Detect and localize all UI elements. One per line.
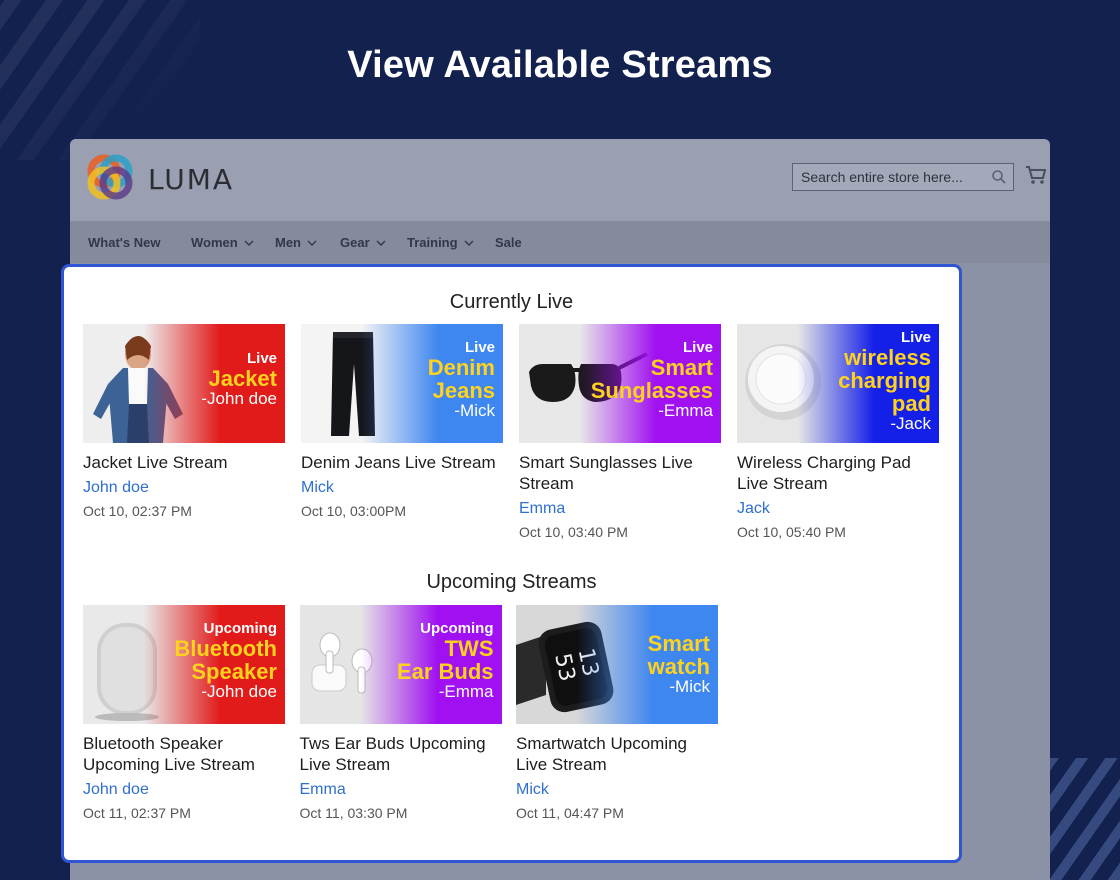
stream-time: Oct 11, 04:47 PM: [516, 805, 624, 821]
nav-item-sale[interactable]: Sale: [495, 235, 522, 250]
stream-card[interactable]: Live Jacket -John doe Jacket Live Stream Joh…: [83, 324, 285, 519]
stream-host[interactable]: Emma: [300, 781, 502, 799]
stream-thumbnail[interactable]: Live Denim Jeans -Mick: [301, 324, 503, 443]
stream-thumbnail[interactable]: Live Jacket -John doe: [83, 324, 285, 443]
store-nav: What's New Women Men Gear Training Sale: [70, 221, 1050, 263]
host-tag: -John doe: [201, 388, 277, 408]
search-icon[interactable]: [991, 169, 1007, 185]
stream-thumbnail[interactable]: 1353Smartwatch-Mick: [516, 605, 718, 724]
stream-time: Oct 11, 02:37 PM: [83, 805, 191, 821]
product-name: charging: [838, 367, 931, 393]
stream-host[interactable]: Mick: [301, 479, 503, 497]
nav-item-women[interactable]: Women: [191, 235, 254, 250]
host-tag: -Emma: [658, 400, 713, 420]
stream-time: Oct 11, 03:30 PM: [299, 805, 408, 821]
stream-thumbnail[interactable]: Upcoming Bluetooth Speaker -John doe: [83, 605, 285, 724]
nav-item-training[interactable]: Training: [407, 235, 474, 250]
product-name: Jacket: [208, 365, 277, 391]
chevron-down-icon: [464, 240, 474, 246]
thumbnail-overlay: Smart watch -Mick: [648, 632, 710, 696]
stream-time: Oct 10, 03:40 PM: [519, 524, 628, 540]
stream-title[interactable]: Bluetooth Speaker Upcoming Live Stream: [83, 733, 285, 775]
nav-item-label: Training: [407, 235, 458, 250]
stream-card[interactable]: 1353Smartwatch-Mick Smartwatch Upcoming L…: [516, 605, 718, 821]
product-name: wireless: [844, 344, 931, 370]
streams-modal: Currently Live Live Jacket -John doe Jacket…: [61, 264, 962, 863]
product-name: Smart: [647, 631, 710, 656]
product-name: Denim: [427, 354, 495, 380]
chevron-down-icon: [307, 240, 317, 246]
nav-item-label: What's New: [88, 235, 161, 250]
nav-item-label: Gear: [340, 235, 370, 250]
host-tag: -Mick: [669, 677, 710, 697]
nav-item-label: Sale: [495, 235, 522, 250]
stream-card[interactable]: Live Smart Sunglasses -Emma Smart Sunglasses…: [519, 324, 721, 540]
product-name: Ear Buds: [396, 658, 494, 684]
search-placeholder: Search entire store here...: [801, 169, 963, 185]
store-header: LUMA Search entire store here...: [70, 139, 1050, 221]
host-tag: -Jack: [890, 414, 931, 434]
luma-logo-icon[interactable]: [87, 154, 133, 200]
nav-item-men[interactable]: Men: [275, 235, 317, 250]
product-name: Speaker: [191, 658, 277, 684]
background-stripes: [1048, 758, 1120, 880]
thumbnail-overlay: Live wireless charging pad -Jack: [838, 330, 931, 433]
product-name: pad: [891, 390, 931, 416]
cart-icon[interactable]: [1025, 165, 1047, 185]
stream-card[interactable]: Live wireless charging pad -Jack Wireless Cha…: [737, 324, 939, 540]
status-badge: Live: [464, 339, 495, 356]
host-tag: -Emma: [438, 681, 494, 701]
stream-host[interactable]: Mick: [516, 781, 718, 799]
stream-time: Oct 10, 05:40 PM: [737, 524, 846, 540]
host-tag: -John doe: [201, 681, 277, 701]
nav-item-gear[interactable]: Gear: [340, 235, 386, 250]
page-heading: View Available Streams: [347, 44, 773, 86]
stream-host[interactable]: John doe: [83, 479, 285, 497]
thumbnail-overlay: Upcoming Bluetooth Speaker -John doe: [174, 621, 277, 701]
stream-host[interactable]: Emma: [519, 500, 721, 518]
product-name: Smart: [650, 354, 713, 380]
currently-live-title: Currently Live: [449, 291, 574, 313]
status-badge: Live: [246, 350, 277, 367]
product-name: TWS: [444, 635, 494, 661]
product-name: Bluetooth: [174, 635, 277, 661]
stream-host[interactable]: John doe: [83, 781, 285, 799]
stream-thumbnail[interactable]: Live Smart Sunglasses -Emma: [519, 324, 721, 443]
thumbnail-overlay: Live Denim Jeans -Mick: [428, 340, 495, 420]
nav-item-what-s-new[interactable]: What's New: [88, 235, 160, 250]
stream-title[interactable]: Denim Jeans Live Stream: [301, 452, 503, 473]
stream-title[interactable]: Smartwatch Upcoming Live Stream: [516, 733, 718, 775]
stream-title[interactable]: Tws Ear Buds Upcoming Live Stream: [300, 733, 502, 775]
thumbnail-overlay: Live Jacket -John doe: [201, 351, 277, 408]
stream-thumbnail[interactable]: Live wireless charging pad -Jack: [737, 324, 939, 443]
nav-item-label: Women: [191, 235, 238, 250]
status-badge: Live: [900, 329, 931, 346]
product-name: watch: [647, 654, 710, 680]
stream-title[interactable]: Jacket Live Stream: [83, 452, 285, 473]
stream-card[interactable]: Live Denim Jeans -Mick Denim Jeans Live Stre…: [301, 324, 503, 519]
brand-name[interactable]: LUMA: [148, 163, 234, 196]
status-badge: Upcoming: [420, 620, 494, 637]
stream-card[interactable]: Upcoming Bluetooth Speaker -John doe Bluetoo…: [83, 605, 285, 821]
thumbnail-overlay: Live Smart Sunglasses -Emma: [591, 340, 713, 420]
host-tag: -Mick: [454, 400, 495, 420]
stream-time: Oct 10, 03:00PM: [301, 503, 407, 519]
stream-time: Oct 10, 02:37 PM: [83, 503, 192, 519]
stream-title[interactable]: Smart Sunglasses Live Stream: [519, 452, 721, 494]
thumbnail-overlay: Upcoming TWS Ear Buds -Emma: [397, 621, 494, 701]
search-input[interactable]: Search entire store here...: [792, 163, 1014, 191]
upcoming-streams-title: Upcoming Streams: [426, 571, 597, 593]
stream-title[interactable]: Wireless Charging Pad Live Stream: [737, 452, 939, 494]
chevron-down-icon: [244, 240, 254, 246]
stream-card[interactable]: Upcoming TWS Ear Buds -Emma Tws Ear Buds Upc…: [299, 605, 502, 821]
chevron-down-icon: [376, 240, 386, 246]
product-name: Sunglasses: [590, 377, 713, 403]
stream-thumbnail[interactable]: Upcoming TWS Ear Buds -Emma: [299, 605, 502, 724]
status-badge: Live: [682, 339, 713, 356]
product-name: Jeans: [432, 377, 495, 403]
nav-item-label: Men: [275, 235, 301, 250]
status-badge: Upcoming: [203, 620, 277, 637]
stream-host[interactable]: Jack: [737, 500, 939, 518]
